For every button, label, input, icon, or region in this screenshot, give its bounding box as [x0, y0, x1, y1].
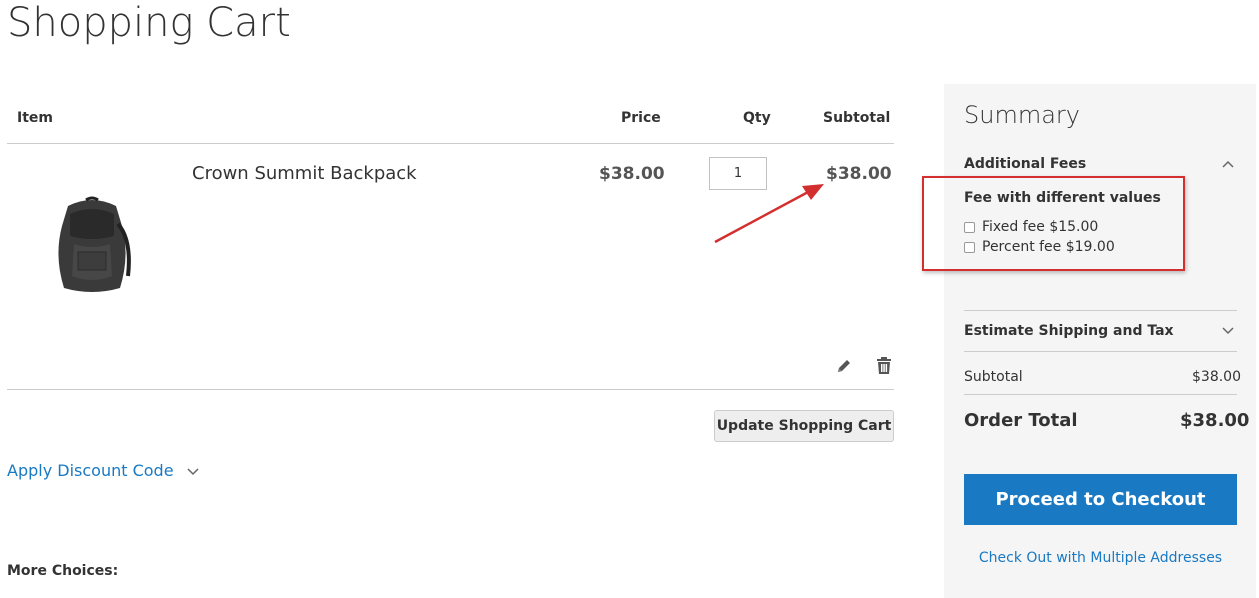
chevron-down-icon[interactable] [1221, 325, 1235, 335]
product-image[interactable] [48, 196, 136, 296]
discount-code-toggle[interactable]: Apply Discount Code [7, 460, 200, 482]
more-choices-heading: More Choices: [7, 563, 119, 579]
chevron-down-icon [187, 468, 199, 476]
column-header-price: Price [621, 110, 661, 126]
order-total-label: Order Total [964, 410, 1078, 431]
order-total-value: $38.00 [1180, 410, 1250, 431]
item-subtotal: $38.00 [826, 164, 892, 184]
subtotal-label: Subtotal [964, 369, 1023, 385]
column-header-subtotal: Subtotal [823, 110, 891, 126]
subtotal-value: $38.00 [1192, 369, 1241, 385]
table-divider [7, 143, 894, 144]
discount-code-label: Apply Discount Code [7, 461, 174, 480]
summary-divider [964, 310, 1237, 311]
summary-divider [964, 351, 1237, 352]
summary-divider [964, 394, 1237, 395]
product-name-link[interactable]: Crown Summit Backpack [192, 162, 417, 186]
estimate-shipping-toggle[interactable]: Estimate Shipping and Tax [964, 322, 1174, 340]
column-header-item: Item [17, 110, 53, 126]
multi-address-checkout-link[interactable]: Check Out with Multiple Addresses [964, 550, 1237, 566]
table-divider-bottom [7, 389, 894, 390]
summary-title: Summary [964, 101, 1080, 129]
additional-fees-toggle[interactable]: Additional Fees [964, 155, 1086, 173]
item-price: $38.00 [599, 164, 665, 184]
pencil-icon[interactable] [835, 357, 855, 377]
annotation-highlight-box [922, 176, 1185, 271]
annotation-arrow [714, 184, 824, 244]
chevron-up-icon[interactable] [1221, 159, 1235, 169]
trash-icon[interactable] [875, 356, 895, 376]
update-cart-button[interactable]: Update Shopping Cart [714, 410, 894, 442]
proceed-to-checkout-button[interactable]: Proceed to Checkout [964, 474, 1237, 525]
page-title: Shopping Cart [7, 0, 291, 46]
column-header-qty: Qty [743, 110, 771, 126]
